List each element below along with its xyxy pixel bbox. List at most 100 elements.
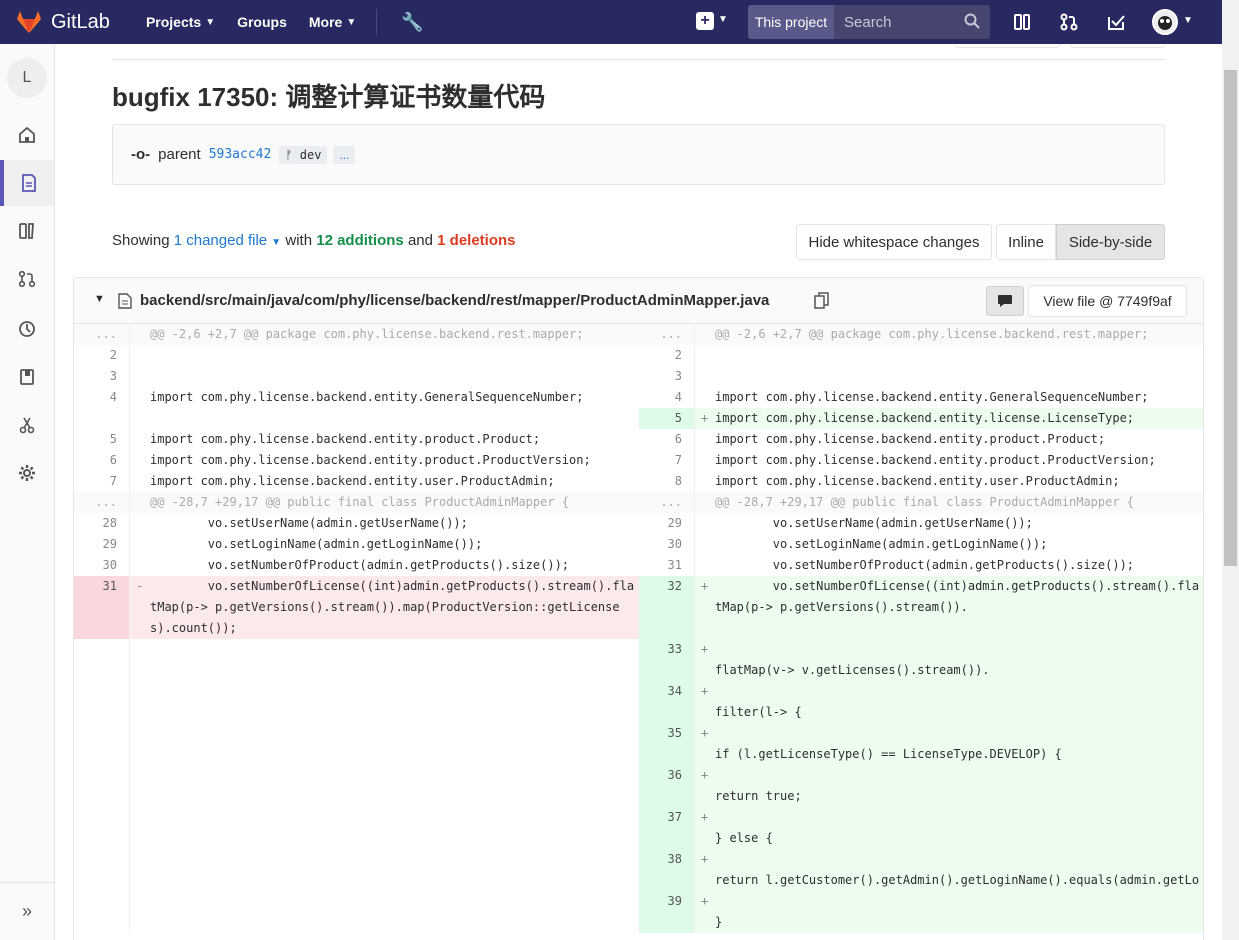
code-text: if (l.getLicenseType() == LicenseType.DE… [715,747,1062,761]
line-number[interactable]: 2 [639,345,695,366]
changed-files-dropdown[interactable]: 1 changed file ▼ [174,232,281,249]
search-scope-badge[interactable]: This project [748,5,834,39]
line-number[interactable]: 3 [639,366,695,387]
header-button-edge[interactable] [955,44,1060,48]
line-number[interactable]: 7 [74,471,130,492]
parent-sha-link[interactable]: 593acc42 [209,147,272,162]
line-number[interactable]: 7 [639,450,695,471]
line-number[interactable] [74,681,130,723]
addition-marker: + [701,894,709,908]
collapse-file-icon[interactable]: ▼ [94,293,105,305]
line-number[interactable]: 39 [639,891,695,933]
line-number[interactable]: 4 [639,387,695,408]
hide-whitespace-button[interactable]: Hide whitespace changes [796,224,992,260]
merge-request-nav-icon[interactable] [1060,13,1078,31]
line-number[interactable] [74,408,130,429]
line-number[interactable]: 29 [74,534,130,555]
search-input[interactable]: Search [834,5,990,39]
copy-path-icon[interactable] [814,292,830,309]
gitlab-logo[interactable]: GitLab [16,10,110,34]
line-number[interactable]: 3 [74,366,130,387]
line-number[interactable]: 33 [639,639,695,681]
line-number[interactable] [74,807,130,849]
line-number[interactable] [74,891,130,933]
project-avatar[interactable]: L [7,58,47,98]
sidebar-item-repository[interactable] [0,160,54,206]
file-path[interactable]: backend/src/main/java/com/phy/license/ba… [140,292,769,309]
right-diff-cell: 2 [639,345,1203,366]
line-number[interactable]: ... [639,492,695,513]
sidebar-item-merge-requests[interactable] [0,256,54,302]
deletions-count: 1 deletions [437,232,516,249]
sidebar-item-settings[interactable] [0,450,54,496]
code-text: } [715,915,723,929]
header-button-edge[interactable] [1070,44,1165,48]
line-number[interactable]: 8 [639,471,695,492]
view-file-button[interactable]: View file @ 7749f9af [1028,285,1187,317]
diff-row: 36 + return true; [74,765,1203,807]
sidebar-item-home[interactable] [0,112,54,158]
line-number[interactable] [74,765,130,807]
main-content: bugfix 17350: 调整计算证书数量代码 -o- parent 593a… [55,44,1222,940]
line-number[interactable]: ... [74,324,130,345]
admin-wrench-icon[interactable]: 🔧 [401,12,423,33]
line-number[interactable]: 28 [74,513,130,534]
sidebar-item-snippets[interactable] [0,402,54,448]
todo-nav-icon[interactable] [1107,13,1125,31]
line-number[interactable]: 30 [639,534,695,555]
new-plus-icon[interactable]: + [696,12,714,30]
scrollbar-thumb[interactable] [1224,70,1237,566]
diff-row: ... @@ -2,6 +2,7 @@ package com.phy.licen… [74,324,1203,345]
line-number[interactable]: 35 [639,723,695,765]
right-diff-cell: 37 + } else { [639,807,1203,849]
line-number[interactable]: 34 [639,681,695,723]
line-number[interactable] [74,723,130,765]
nav-projects[interactable]: Projects ▼ [146,14,215,30]
line-number[interactable] [74,849,130,891]
chevron-down-icon: ▼ [205,16,216,28]
chevron-down-icon[interactable]: ▼ [718,14,728,25]
line-number[interactable]: ... [639,324,695,345]
line-number[interactable]: 38 [639,849,695,891]
collapse-sidebar-icon[interactable]: » [0,882,54,940]
addition-marker: + [701,852,709,866]
addition-marker: + [701,684,709,698]
line-number[interactable]: 36 [639,765,695,807]
line-number[interactable]: 29 [639,513,695,534]
left-diff-cell [74,408,639,429]
page-scrollbar[interactable] [1222,0,1239,940]
line-number[interactable]: 31 [639,555,695,576]
inline-view-button[interactable]: Inline [996,224,1056,260]
line-number[interactable]: 6 [639,429,695,450]
nav-groups[interactable]: Groups [237,14,287,30]
line-number[interactable]: ... [74,492,130,513]
branch-badge[interactable]: ᚠ dev [279,145,328,164]
sidebar-item-ci-cd[interactable] [0,306,54,352]
left-diff-cell: 4 import com.phy.license.backend.entity.G… [74,387,639,408]
line-number[interactable]: 6 [74,450,130,471]
user-avatar[interactable] [1152,9,1178,35]
repository-icon [22,174,36,192]
line-number[interactable]: 32 [639,576,695,639]
line-number[interactable]: 30 [74,555,130,576]
line-number[interactable]: 2 [74,345,130,366]
line-number[interactable] [74,639,130,681]
toggle-comments-button[interactable] [986,286,1024,316]
line-number[interactable]: 5 [639,408,695,429]
more-refs-button[interactable]: ... [333,145,356,164]
chevron-down-icon[interactable]: ▼ [1183,15,1193,26]
code-line: import com.phy.license.backend.entity.pr… [130,450,639,471]
issues-nav-icon[interactable] [1013,13,1031,31]
side-by-side-button[interactable]: Side-by-side [1056,224,1165,260]
line-number[interactable]: 5 [74,429,130,450]
diff-row: ... @@ -28,7 +29,17 @@ public final class… [74,492,1203,513]
line-number[interactable]: 31 [74,576,130,639]
sidebar-item-wiki[interactable] [0,354,54,400]
line-number[interactable]: 37 [639,807,695,849]
sidebar-item-issues[interactable] [0,208,54,254]
code-line: + vo.setNumberOfLicense((int)admin.getPr… [695,576,1203,639]
nav-more[interactable]: More ▼ [309,14,356,30]
line-number[interactable]: 4 [74,387,130,408]
code-line: + } [695,891,1203,933]
code-text: @@ -2,6 +2,7 @@ package com.phy.license.… [150,327,584,341]
